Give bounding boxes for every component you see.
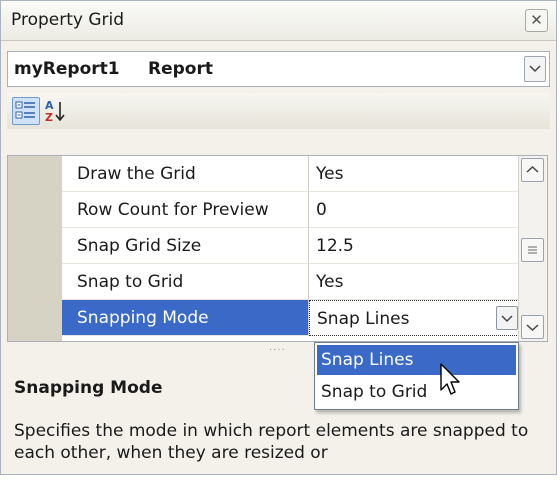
property-value[interactable]: 12.5 <box>309 228 521 264</box>
object-selector[interactable]: myReport1 Report <box>7 51 550 87</box>
dropdown-option-snap-to-grid[interactable]: Snap to Grid <box>317 377 516 407</box>
categorized-view-button[interactable] <box>12 97 40 125</box>
scroll-thumb[interactable] <box>521 238 544 262</box>
property-grid: Draw the Grid Yes Row Count for Preview … <box>7 155 548 342</box>
title-bar: Property Grid ✕ <box>1 1 556 41</box>
property-grid-panel: Property Grid ✕ myReport1 Report A Z Dra… <box>0 0 557 475</box>
panel-title: Property Grid <box>11 10 125 30</box>
categorized-icon <box>15 101 35 119</box>
splitter-grip-icon: ···· <box>269 345 286 356</box>
property-value: Snap Lines <box>317 309 410 329</box>
property-name: Snapping Mode <box>62 300 309 336</box>
property-name: Snap Grid Size <box>62 228 309 264</box>
alphabetical-view-button[interactable]: A Z <box>43 97 71 125</box>
value-dropdown-button[interactable] <box>496 306 518 330</box>
property-value[interactable]: 0 <box>309 192 521 228</box>
mouse-pointer-icon <box>440 363 460 395</box>
property-name: Row Count for Preview <box>62 192 309 228</box>
object-name: myReport1 <box>14 59 120 79</box>
scroll-up-button[interactable] <box>521 158 544 182</box>
object-type: Report <box>148 59 213 79</box>
vertical-scrollbar[interactable] <box>518 156 547 341</box>
property-name: Draw the Grid <box>62 156 309 192</box>
property-value-editor[interactable]: Snap Lines <box>309 300 521 336</box>
sort-alphabetical-icon: A Z <box>45 99 65 124</box>
chevron-down-icon <box>501 315 513 323</box>
description-title: Snapping Mode <box>14 378 163 398</box>
property-row-row-count[interactable]: Row Count for Preview 0 <box>62 192 521 228</box>
description-text: Specifies the mode in which report eleme… <box>14 421 529 463</box>
property-row-draw-grid[interactable]: Draw the Grid Yes <box>62 156 521 192</box>
toolbar: A Z <box>7 93 550 129</box>
object-selector-dropdown-button[interactable] <box>524 56 546 82</box>
value-dropdown-list: Snap Lines Snap to Grid <box>314 342 519 410</box>
svg-text:Z: Z <box>45 111 53 124</box>
property-row-snap-grid-size[interactable]: Snap Grid Size 12.5 <box>62 228 521 264</box>
property-value[interactable]: Yes <box>309 264 521 300</box>
close-button[interactable]: ✕ <box>525 9 548 32</box>
dropdown-option-snap-lines[interactable]: Snap Lines <box>317 345 516 375</box>
scroll-down-button[interactable] <box>521 315 544 339</box>
chevron-down-icon <box>526 324 539 332</box>
property-value[interactable]: Yes <box>309 156 521 192</box>
close-icon: ✕ <box>530 11 543 29</box>
property-row-snapping-mode[interactable]: Snapping Mode Snap Lines <box>62 300 521 336</box>
grip-icon <box>528 246 537 254</box>
chevron-up-icon <box>526 165 539 173</box>
chevron-down-icon <box>529 65 541 73</box>
category-gutter <box>8 156 62 341</box>
property-name: Snap to Grid <box>62 264 309 300</box>
property-row-snap-to-grid[interactable]: Snap to Grid Yes <box>62 264 521 300</box>
